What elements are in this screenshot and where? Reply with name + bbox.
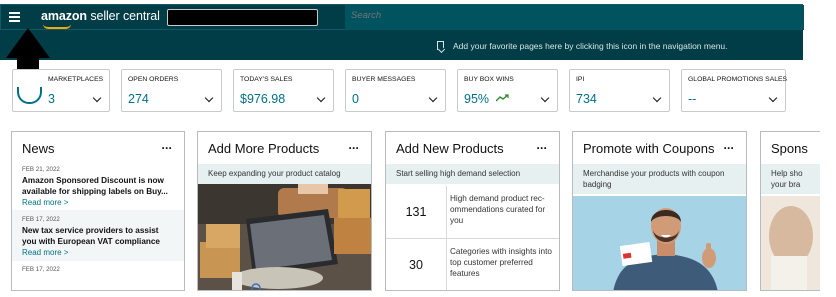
chevron-down-icon[interactable] — [652, 93, 662, 103]
recommendation-count: 30 — [386, 239, 447, 290]
add-new-products-card: Add New Products ··· Start selling high … — [385, 131, 560, 291]
card-subtitle: Start selling high demand selection — [386, 164, 559, 184]
news-headline[interactable]: New tax service providers to assist you … — [22, 226, 174, 247]
brand-logo[interactable]: amazon seller central — [41, 9, 160, 23]
sponsored-photo[interactable] — [761, 196, 820, 291]
top-navigation-bar: amazon seller central — [0, 4, 804, 30]
news-card: News ··· FEB 21, 2022 Amazon Sponsored D… — [11, 131, 185, 291]
search-bar[interactable] — [345, 5, 804, 30]
add-more-products-card: Add More Products ··· Keep expanding you… — [197, 131, 372, 291]
favorites-bar: Add your favorite pages here by clicking… — [0, 30, 803, 60]
metric-todays-sales[interactable]: TODAY'S SALES $976.98 — [233, 69, 334, 112]
chevron-down-icon[interactable] — [92, 93, 102, 103]
card-title: Promote with Coupons — [583, 141, 715, 156]
news-item: FEB 17, 2022 New tax service providers t… — [12, 210, 184, 261]
news-item: FEB 17, 2022 — [12, 266, 184, 273]
read-more-link[interactable]: Read more > — [22, 198, 174, 207]
metric-value: 95% — [464, 92, 490, 106]
chevron-down-icon[interactable] — [768, 93, 778, 103]
metric-label: TODAY'S SALES — [240, 76, 293, 83]
metric-ipi[interactable]: IPI 734 — [569, 69, 670, 112]
chevron-down-icon[interactable] — [428, 93, 438, 103]
table-row[interactable]: 131 High demand product rec-ommendations… — [386, 186, 559, 239]
more-options-icon[interactable]: ··· — [724, 141, 735, 155]
brand-primary: amazon — [41, 9, 87, 23]
card-subtitle: Help sho your bra — [761, 164, 820, 194]
metric-buy-box-wins[interactable]: BUY BOX WINS 95% — [457, 69, 558, 112]
card-title: News — [22, 141, 55, 156]
news-date: FEB 21, 2022 — [22, 166, 60, 173]
chevron-down-icon[interactable] — [204, 93, 214, 103]
search-input[interactable] — [351, 10, 475, 21]
account-switcher[interactable] — [167, 9, 318, 26]
more-options-icon[interactable]: ··· — [162, 141, 173, 155]
trend-up-icon — [495, 94, 509, 102]
bookmark-icon[interactable] — [437, 41, 444, 50]
product-recommendations-table: 131 High demand product rec-ommendations… — [386, 186, 559, 290]
table-row[interactable]: 30 Categories with insights into top cus… — [386, 239, 559, 290]
recommendation-count: 131 — [386, 186, 447, 238]
card-title: Add New Products — [396, 141, 504, 156]
metric-label: IPI — [576, 76, 585, 83]
metric-value: 734 — [576, 92, 597, 106]
promote-with-coupons-card: Promote with Coupons ··· Merchandise you… — [572, 131, 747, 291]
card-subtitle: Merchandise your products with coupon ba… — [573, 164, 746, 194]
chevron-down-icon[interactable] — [316, 93, 326, 103]
metric-value-wrap: 95% — [464, 92, 509, 106]
favorites-hint: Add your favorite pages here by clicking… — [453, 41, 728, 51]
metric-label: BUY BOX WINS — [464, 76, 514, 83]
metric-value: 274 — [128, 92, 149, 106]
hamburger-menu-icon[interactable] — [9, 12, 20, 22]
chevron-down-icon[interactable] — [540, 93, 550, 103]
card-subtitle: Keep expanding your product catalog — [198, 164, 371, 184]
more-options-icon[interactable]: ··· — [537, 141, 548, 155]
recommendation-text: Categories with insights into top custom… — [450, 247, 552, 278]
news-headline[interactable]: Amazon Sponsored Discount is now availab… — [22, 176, 174, 197]
metric-value: 3 — [48, 92, 55, 106]
metric-value: -- — [688, 92, 697, 106]
metric-open-orders[interactable]: OPEN ORDERS 274 — [121, 69, 222, 112]
card-title: Add More Products — [208, 141, 320, 156]
card-title: Spons — [771, 141, 808, 156]
coupon-promo-photo[interactable] — [573, 196, 747, 291]
metric-label: BUYER MESSAGES — [352, 76, 416, 83]
sponsored-card: Spons Help sho your bra — [760, 131, 820, 291]
metric-label: OPEN ORDERS — [128, 76, 179, 83]
brand-secondary: seller central — [90, 9, 160, 23]
metric-label: GLOBAL PROMOTIONS SALES — [688, 76, 788, 83]
metric-value: $976.98 — [240, 92, 286, 106]
metric-label: MARKETPLACES — [48, 76, 104, 83]
read-more-link[interactable]: Read more > — [22, 248, 174, 257]
metric-value: 0 — [352, 92, 359, 106]
metric-buyer-messages[interactable]: BUYER MESSAGES 0 — [345, 69, 446, 112]
news-date: FEB 17, 2022 — [22, 216, 60, 223]
product-catalog-photo[interactable] — [198, 184, 372, 291]
news-item: FEB 21, 2022 Amazon Sponsored Discount i… — [12, 166, 184, 207]
more-options-icon[interactable]: ··· — [349, 141, 360, 155]
metric-global-promotions-sales[interactable]: GLOBAL PROMOTIONS SALES -- — [681, 69, 788, 112]
news-date: FEB 17, 2022 — [22, 266, 60, 273]
recommendation-text: High demand product rec-ommendations cur… — [450, 194, 546, 225]
